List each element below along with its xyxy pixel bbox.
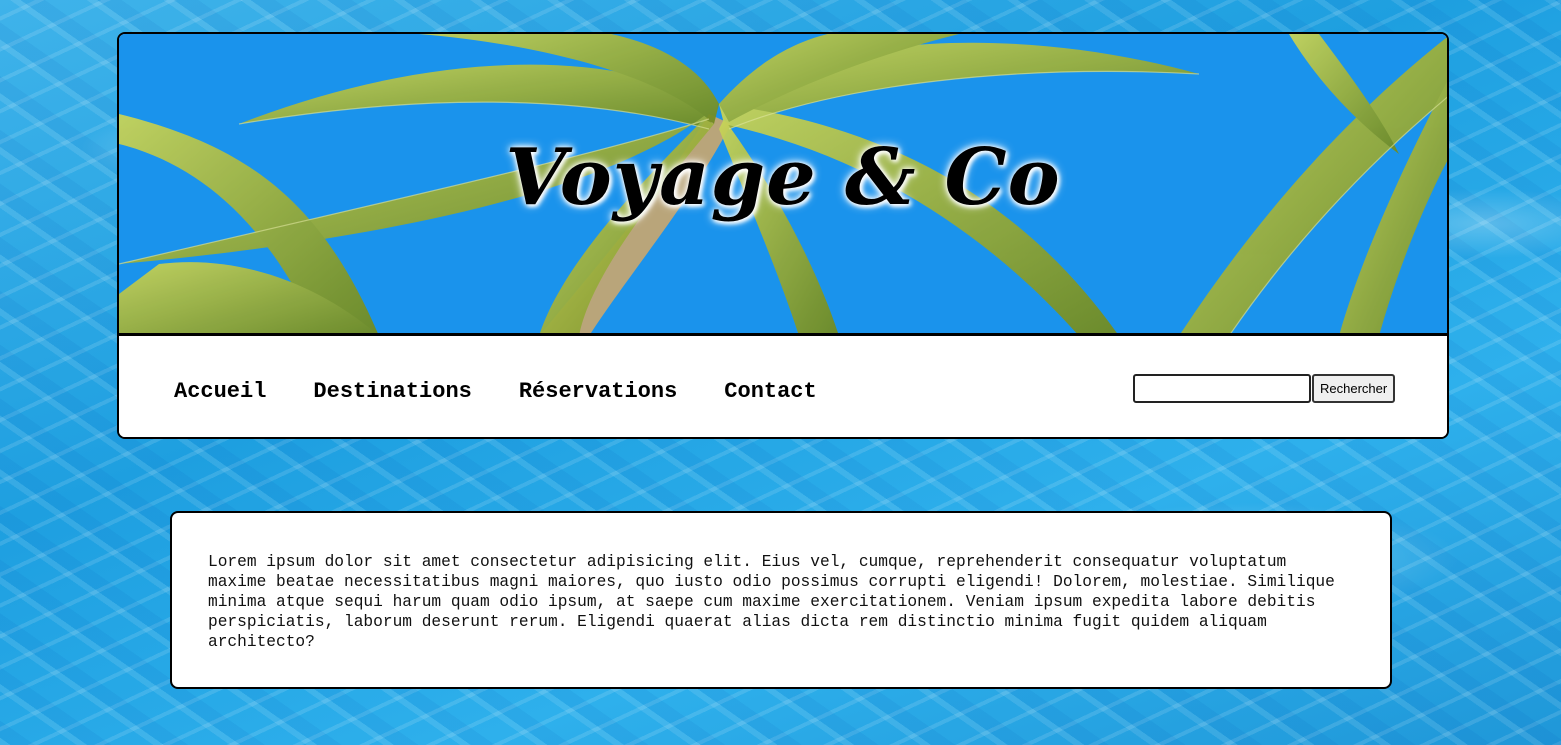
site-header: Voyage & Co Accueil Destinations Réserva… [117, 32, 1449, 439]
search-form: Rechercher [1133, 374, 1396, 403]
site-title: Voyage & Co [505, 132, 1061, 223]
nav-link-reservations[interactable]: Réservations [519, 379, 677, 404]
content-card: Lorem ipsum dolor sit amet consectetur a… [170, 511, 1392, 689]
nav-link-destinations[interactable]: Destinations [313, 379, 471, 404]
nav-link-accueil[interactable]: Accueil [174, 379, 266, 404]
search-input[interactable] [1133, 374, 1311, 403]
palm-tree-banner: Voyage & Co [119, 34, 1447, 336]
nav-links: Accueil Destinations Réservations Contac… [174, 379, 864, 404]
search-button[interactable]: Rechercher [1312, 374, 1396, 403]
main-navigation: Accueil Destinations Réservations Contac… [119, 339, 1447, 437]
content-paragraph: Lorem ipsum dolor sit amet consectetur a… [208, 553, 1335, 651]
nav-link-contact[interactable]: Contact [724, 379, 816, 404]
